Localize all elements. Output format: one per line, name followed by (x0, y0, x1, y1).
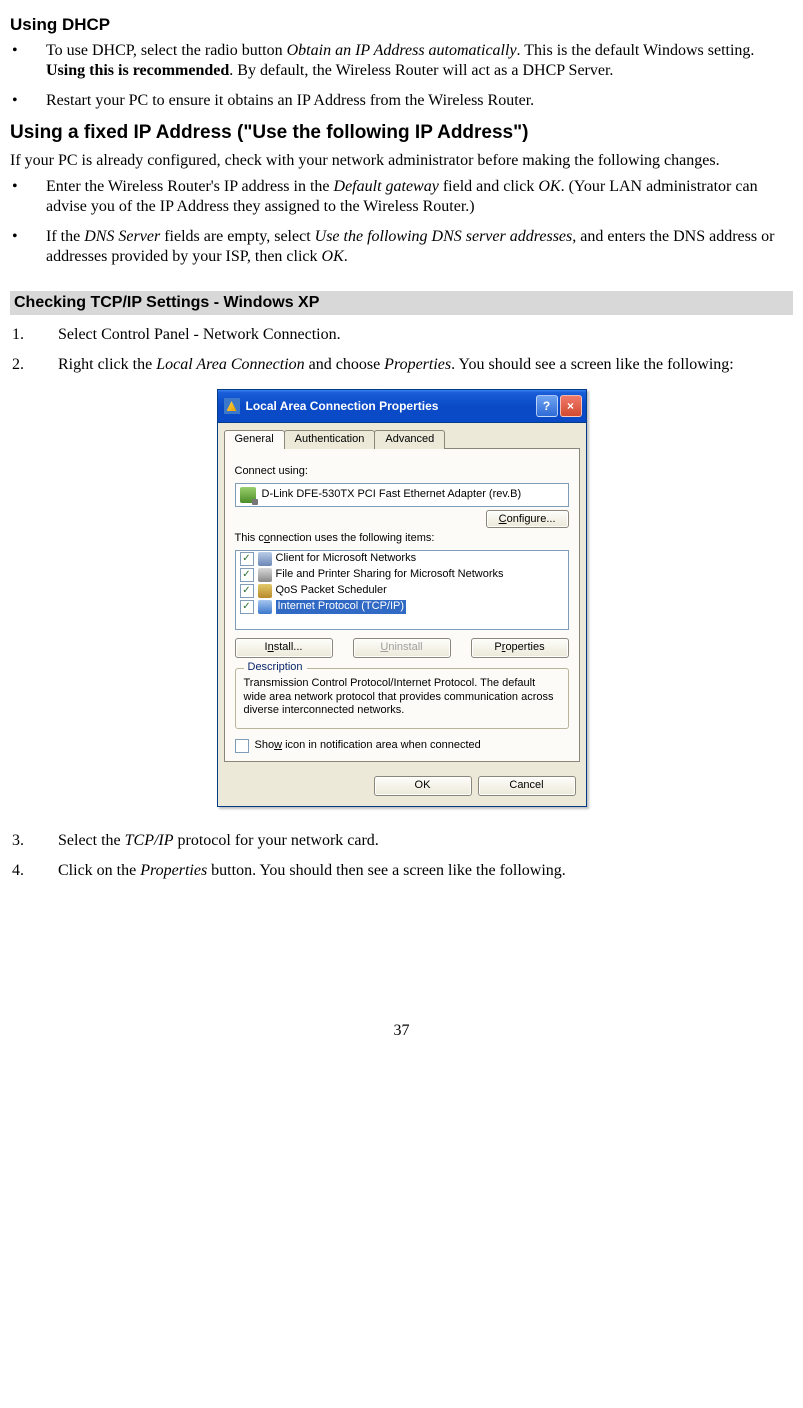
tab-panel-general: Connect using: D-Link DFE-530TX PCI Fast… (224, 448, 580, 762)
tab-strip: General Authentication Advanced (218, 423, 586, 448)
properties-button[interactable]: Properties (471, 638, 569, 658)
client-icon (258, 552, 272, 566)
tab-advanced[interactable]: Advanced (374, 430, 445, 449)
adapter-name: D-Link DFE-530TX PCI Fast Ethernet Adapt… (262, 488, 522, 502)
text-italic: DNS Server (84, 228, 160, 245)
dialog-footer: OK Cancel (218, 768, 586, 806)
dhcp-bullet-1: To use DHCP, select the radio button Obt… (10, 41, 793, 81)
dhcp-bullet-list: To use DHCP, select the radio button Obt… (10, 41, 793, 111)
nic-icon (240, 487, 256, 503)
text: Right click the (58, 356, 156, 373)
item-label: QoS Packet Scheduler (276, 584, 387, 598)
text: . This is the default Windows setting. (517, 42, 755, 59)
fixed-ip-bullet-2: If the DNS Server fields are empty, sele… (10, 227, 793, 267)
checkbox-icon[interactable]: ✓ (240, 600, 254, 614)
qos-icon (258, 584, 272, 598)
item-label: File and Printer Sharing for Microsoft N… (276, 568, 504, 582)
list-item[interactable]: ✓ File and Printer Sharing for Microsoft … (236, 567, 568, 583)
text-bold: Using this is recommended (46, 62, 229, 79)
fixed-ip-bullet-list: Enter the Wireless Router's IP address i… (10, 177, 793, 267)
close-button[interactable]: × (560, 395, 582, 417)
text: . By default, the Wireless Router will a… (229, 62, 613, 79)
text: field and click (439, 178, 539, 195)
description-text: Transmission Control Protocol/Internet P… (244, 677, 560, 718)
step-3: 3. Select the TCP/IP protocol for your n… (10, 831, 793, 851)
uninstall-button[interactable]: Uninstall (353, 638, 451, 658)
show-icon-row[interactable]: Show icon in notification area when conn… (235, 739, 569, 753)
adapter-field: D-Link DFE-530TX PCI Fast Ethernet Adapt… (235, 483, 569, 507)
text: . You should see a screen like the follo… (451, 356, 734, 373)
text-italic: Obtain an IP Address automatically (287, 42, 517, 59)
dhcp-bullet-2: Restart your PC to ensure it obtains an … (10, 91, 793, 111)
text: To use DHCP, select the radio button (46, 42, 287, 59)
text: Restart your PC to ensure it obtains an … (46, 92, 534, 109)
fixed-ip-bullet-1: Enter the Wireless Router's IP address i… (10, 177, 793, 217)
lan-properties-dialog: Local Area Connection Properties ? × Gen… (217, 389, 587, 807)
checkbox-icon[interactable]: ✓ (240, 552, 254, 566)
text: button. You should then see a screen lik… (207, 862, 566, 879)
list-item[interactable]: ✓ QoS Packet Scheduler (236, 583, 568, 599)
ok-button[interactable]: OK (374, 776, 472, 796)
text: fields are empty, select (160, 228, 314, 245)
show-icon-label: Show icon in notification area when conn… (255, 739, 481, 753)
item-label: Client for Microsoft Networks (276, 552, 417, 566)
steps-list-cont: 3. Select the TCP/IP protocol for your n… (10, 831, 793, 881)
item-button-row: Install... Uninstall Properties (235, 638, 569, 658)
text: Click on the (58, 862, 140, 879)
fixed-ip-intro: If your PC is already configured, check … (10, 151, 793, 171)
text: onfigure... (507, 513, 556, 525)
text: If the (46, 228, 84, 245)
text-italic: Use the following DNS server addresses (315, 228, 573, 245)
step-1: 1. Select Control Panel - Network Connec… (10, 325, 793, 345)
checkbox-icon[interactable]: ✓ (240, 568, 254, 582)
install-button[interactable]: Install... (235, 638, 333, 658)
printer-icon (258, 568, 272, 582)
checkbox-icon[interactable]: ✓ (240, 584, 254, 598)
page-number: 37 (10, 1021, 793, 1041)
window-title: Local Area Connection Properties (246, 399, 534, 414)
description-groupbox: Description Transmission Control Protoco… (235, 668, 569, 729)
heading-using-dhcp: Using DHCP (10, 14, 793, 35)
text-italic: Default gateway (334, 178, 439, 195)
text-italic: Properties (384, 356, 451, 373)
list-item-selected[interactable]: ✓ Internet Protocol (TCP/IP) (236, 599, 568, 615)
list-item[interactable]: ✓ Client for Microsoft Networks (236, 551, 568, 567)
section-heading-tcpip-xp: Checking TCP/IP Settings - Windows XP (10, 291, 793, 315)
window-icon (224, 398, 240, 414)
steps-list: 1. Select Control Panel - Network Connec… (10, 325, 793, 375)
tab-authentication[interactable]: Authentication (284, 430, 376, 449)
text: protocol for your network card. (174, 832, 379, 849)
text-italic: OK (322, 248, 344, 265)
dialog-screenshot: Local Area Connection Properties ? × Gen… (10, 389, 793, 807)
text-italic: TCP/IP (125, 832, 174, 849)
help-button[interactable]: ? (536, 395, 558, 417)
heading-fixed-ip: Using a fixed IP Address ("Use the follo… (10, 121, 793, 145)
uses-items-label: This connection uses the following items… (235, 532, 569, 546)
description-legend: Description (244, 661, 307, 675)
text-italic: Properties (140, 862, 207, 879)
step-4: 4. Click on the Properties button. You s… (10, 861, 793, 881)
item-label: Internet Protocol (TCP/IP) (276, 600, 407, 614)
step-2: 2. Right click the Local Area Connection… (10, 355, 793, 375)
step-marker: 3. (12, 831, 24, 851)
text: Enter the Wireless Router's IP address i… (46, 178, 334, 195)
text: and choose (305, 356, 385, 373)
text: Select the (58, 832, 125, 849)
step-marker: 2. (12, 355, 24, 375)
tab-general[interactable]: General (224, 430, 285, 449)
items-listbox[interactable]: ✓ Client for Microsoft Networks ✓ File and… (235, 550, 569, 630)
titlebar: Local Area Connection Properties ? × (218, 390, 586, 423)
connect-using-label: Connect using: (235, 465, 569, 479)
text-italic: Local Area Connection (156, 356, 304, 373)
text: . (344, 248, 348, 265)
step-marker: 4. (12, 861, 24, 881)
configure-button[interactable]: Configure... (486, 510, 569, 528)
text: Select Control Panel - Network Connectio… (58, 326, 341, 343)
cancel-button[interactable]: Cancel (478, 776, 576, 796)
text-italic: OK (538, 178, 560, 195)
tcpip-icon (258, 600, 272, 614)
checkbox-icon[interactable] (235, 739, 249, 753)
step-marker: 1. (12, 325, 24, 345)
